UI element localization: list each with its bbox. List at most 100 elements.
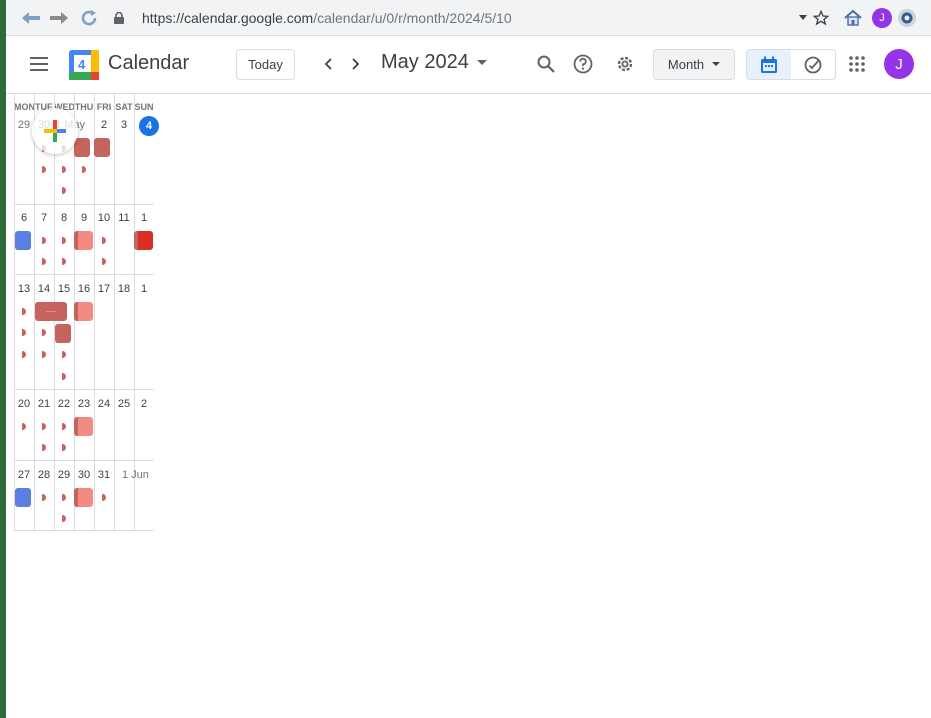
grid-line [14,204,154,205]
prev-month-button[interactable] [316,52,340,76]
account-avatar[interactable]: J [884,49,914,79]
day-cell[interactable]: 8 [54,212,74,224]
weekday-sun: SUN [134,102,154,112]
tasks-mode-button[interactable] [791,50,835,79]
day-cell[interactable]: 22 [54,398,74,410]
day-cell[interactable]: 3 [114,119,134,131]
event-dot[interactable] [102,258,106,265]
event-dot[interactable] [62,166,66,173]
address-bar[interactable]: https://calendar.google.com/calendar/u/0… [114,8,794,28]
today-button[interactable]: Today [236,49,295,80]
event-dot[interactable] [42,166,46,173]
day-cell[interactable]: 1 [141,212,154,224]
day-cell[interactable]: 30 [74,469,94,481]
view-selector[interactable]: Month [653,49,735,80]
calendar-icon [761,56,777,73]
day-cell[interactable]: 18 [114,283,134,295]
multi-day-event[interactable]: ..... [35,302,67,321]
day-cell[interactable]: 31 [94,469,114,481]
reload-icon[interactable] [78,7,100,29]
search-icon[interactable] [533,51,559,77]
url-host: https://calendar.google.com [142,10,314,26]
calendar-event[interactable] [74,138,90,157]
event-dot[interactable] [22,351,26,358]
calendar-logo-icon[interactable]: 4 [68,49,100,81]
event-dot[interactable] [42,329,46,336]
calendar-event[interactable] [134,231,153,250]
event-dot[interactable] [62,515,66,522]
event-dot[interactable] [102,494,106,501]
day-cell[interactable]: 14 [34,283,54,295]
calendar-event[interactable] [15,231,31,250]
calendar-event[interactable] [74,231,93,250]
day-cell[interactable]: 29 [14,119,34,131]
event-dot[interactable] [42,423,46,430]
event-dot[interactable] [62,351,66,358]
day-cell[interactable]: 11 [114,212,134,224]
day-cell[interactable]: 21 [34,398,54,410]
day-cell[interactable]: 27 [14,469,34,481]
calendar-event[interactable] [94,138,110,157]
event-dot[interactable] [62,258,66,265]
event-dot[interactable] [42,494,46,501]
event-dot[interactable] [42,258,46,265]
day-cell[interactable]: 10 [94,212,114,224]
month-title-dropdown[interactable]: May 2024 [381,51,487,74]
help-icon[interactable] [570,51,596,77]
event-dot[interactable] [22,329,26,336]
day-cell[interactable]: 17 [94,283,114,295]
event-dot[interactable] [62,187,66,194]
settings-gear-icon[interactable] [612,51,638,77]
event-dot[interactable] [62,423,66,430]
logo-day-number: 4 [78,57,86,72]
profile-avatar[interactable]: J [871,7,893,29]
event-dot[interactable] [42,237,46,244]
forward-icon[interactable] [48,7,70,29]
event-dot[interactable] [62,373,66,380]
weekday-mon: MON [14,102,34,112]
hamburger-menu-icon[interactable] [26,51,52,77]
bookmark-star-icon[interactable] [810,7,832,29]
back-icon[interactable] [20,7,42,29]
url-path: /calendar/u/0/r/month/2024/5/10 [313,10,512,26]
event-dot[interactable] [62,494,66,501]
day-cell[interactable]: 1 [141,283,154,295]
calendar-event[interactable] [55,324,71,343]
calendar-event[interactable] [74,488,93,507]
month-grid: MON TUE WED THU FRI SAT SUN 29 30 1 May … [14,94,159,531]
calendar-event[interactable] [74,302,93,321]
day-cell[interactable]: 7 [34,212,54,224]
event-dot[interactable] [42,444,46,451]
calendar-event[interactable] [15,488,31,507]
day-cell[interactable]: 2 [94,119,114,131]
create-event-button[interactable] [32,108,78,154]
day-cell[interactable]: 20 [14,398,34,410]
day-cell[interactable]: 16 [74,283,94,295]
today-badge[interactable]: 4 [139,116,159,136]
day-cell[interactable]: 15 [54,283,74,295]
day-cell[interactable]: 24 [94,398,114,410]
day-cell[interactable]: 13 [14,283,34,295]
event-dot[interactable] [62,237,66,244]
day-cell[interactable]: 6 [14,212,34,224]
day-cell[interactable]: 23 [74,398,94,410]
home-icon[interactable] [842,7,864,29]
day-cell[interactable]: 28 [34,469,54,481]
calendar-event[interactable] [74,417,93,436]
day-cell[interactable]: 1 Jun [114,469,154,481]
extension-icon[interactable] [896,7,918,29]
grid-line [134,94,135,531]
day-cell[interactable]: 2 [141,398,154,410]
event-dot[interactable] [22,308,26,315]
calendar-mode-button[interactable] [747,50,791,79]
event-dot[interactable] [102,237,106,244]
event-dot[interactable] [22,423,26,430]
day-cell[interactable]: 29 [54,469,74,481]
event-dot[interactable] [62,444,66,451]
next-month-button[interactable] [344,52,368,76]
day-cell[interactable]: 9 [74,212,94,224]
apps-grid-icon[interactable] [844,51,870,77]
day-cell[interactable]: 25 [114,398,134,410]
event-dot[interactable] [42,351,46,358]
event-dot[interactable] [82,166,86,173]
